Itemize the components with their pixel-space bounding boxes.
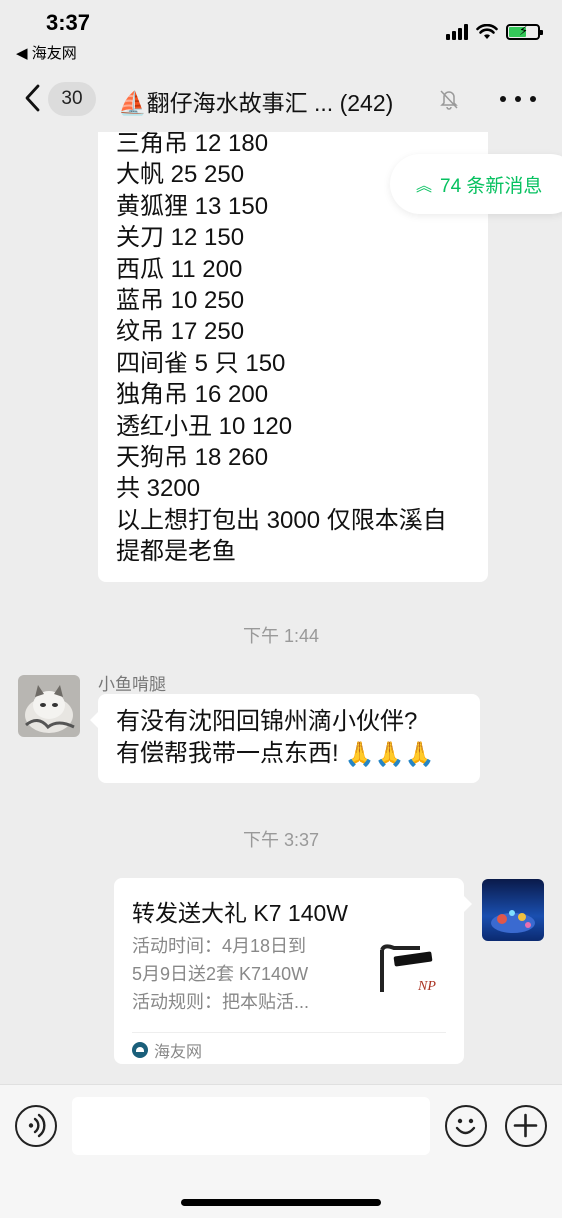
message-line: 四间雀 5 只 150 — [116, 349, 286, 377]
input-bar — [0, 1084, 562, 1218]
double-chevron-up-icon: ︽ — [416, 178, 432, 195]
battery-charging-icon: ⚡ — [506, 23, 543, 40]
emoji-icon[interactable] — [445, 1105, 487, 1147]
voice-icon[interactable] — [15, 1105, 57, 1147]
card-desc-line: 活动规则：把本贴活... — [132, 992, 310, 1012]
status-time: 3:37 — [46, 10, 91, 35]
cat-avatar-image — [18, 675, 80, 737]
shared-link-card[interactable]: 转发送大礼 K7 140W 活动时间：4月18日到 5月9日送2套 K7140W… — [114, 878, 472, 1064]
home-indicator[interactable] — [181, 1199, 381, 1206]
new-messages-button[interactable]: ︽ 74 条新消息 — [390, 154, 562, 214]
bell-muted-icon — [440, 90, 458, 110]
message-list[interactable]: 三角吊 12 180 大帆 25 250 黄狐狸 13 150 关刀 12 15… — [0, 132, 562, 1084]
message-line: 透红小丑 10 120 — [116, 412, 293, 440]
status-icons: ⚡ — [446, 23, 543, 40]
aquarium-avatar-image — [482, 879, 544, 941]
message-line: 有没有沈阳回锦州滴小伙伴? — [116, 708, 418, 735]
chat-header: 30 ⛵翻仔海水故事汇 ... (242) — [0, 68, 562, 132]
wifi-icon — [476, 24, 498, 39]
card-source-label: 海友网 — [154, 1044, 203, 1061]
timestamp: 下午 3:37 — [242, 830, 320, 850]
praying-hands-emoji: 🙏🙏🙏 — [344, 740, 435, 768]
status-bar: 3:37 ◀ 海友网 ⚡ — [0, 0, 562, 68]
card-source: 海友网 — [132, 1038, 202, 1062]
message-input[interactable] — [72, 1097, 430, 1155]
aquarium-light-thumbnail: NP — [374, 938, 448, 1008]
thumbnail-brand: NP — [417, 979, 436, 994]
sender-name: 小鱼啃腿 — [98, 675, 166, 694]
message-line: 西瓜 11 200 — [116, 255, 243, 283]
card-divider — [132, 1032, 446, 1033]
message-line: 共 3200 — [116, 475, 201, 503]
chevron-left-icon[interactable] — [20, 80, 46, 116]
cellular-signal-icon — [446, 24, 468, 40]
plus-icon[interactable] — [505, 1105, 547, 1147]
my-avatar[interactable] — [482, 879, 544, 941]
chat-title[interactable]: ⛵翻仔海水故事汇 ... (242) — [118, 84, 393, 118]
more-icon[interactable] — [500, 84, 536, 114]
back-to-app-link[interactable]: ◀ 海友网 — [16, 42, 77, 63]
message-line: 纹吊 17 250 — [116, 318, 245, 346]
message-line: 有偿帮我带一点东西! — [116, 740, 339, 767]
message-line: 以上想打包出 3000 仅限本溪自 — [116, 506, 447, 534]
new-messages-label: 74 条新消息 — [440, 175, 543, 197]
card-description: 活动时间：4月18日到 5月9日送2套 K7140W 活动规则：把本贴活... — [132, 932, 352, 1016]
message-line: 蓝吊 10 250 — [116, 287, 245, 315]
card-title: 转发送大礼 K7 140W — [132, 900, 348, 926]
message-line: 关刀 12 150 — [116, 224, 245, 252]
message-line: 独角吊 16 200 — [116, 381, 269, 409]
avatar[interactable] — [18, 675, 80, 737]
card-desc-line: 5月9日送2套 K7140W — [132, 964, 309, 984]
message-bubble-incoming[interactable]: 有没有沈阳回锦州滴小伙伴? 有偿帮我带一点东西! 🙏🙏🙏 — [90, 694, 480, 783]
unread-count-badge[interactable]: 30 — [48, 82, 96, 116]
haiyou-logo-icon — [132, 1042, 148, 1058]
message-line: 提都是老鱼 — [116, 538, 236, 566]
timestamp: 下午 1:44 — [242, 626, 320, 646]
message-line: 天狗吊 18 260 — [116, 444, 269, 472]
card-desc-line: 活动时间：4月18日到 — [132, 936, 307, 956]
